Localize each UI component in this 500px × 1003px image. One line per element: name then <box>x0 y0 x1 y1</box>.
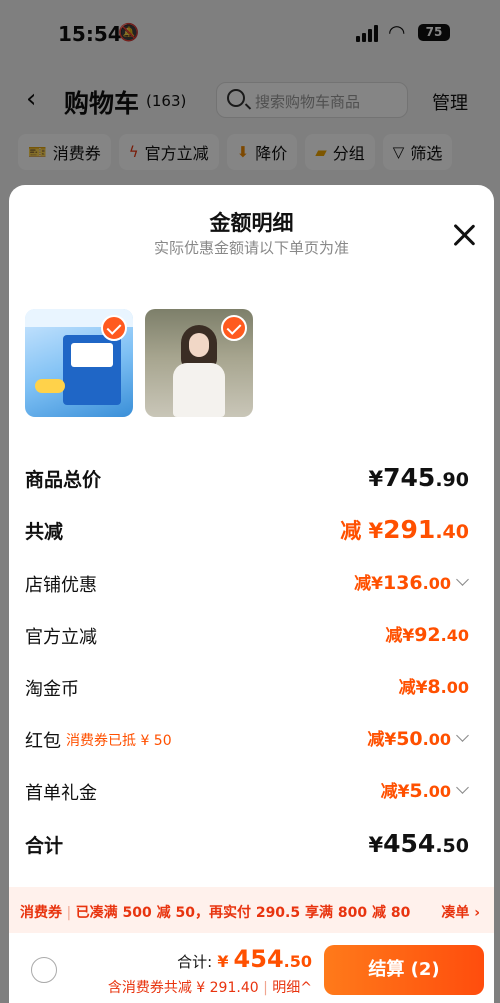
row-value: 减¥8.00 <box>398 676 469 698</box>
row-value: 减¥136.00 <box>354 572 451 594</box>
row-official-discount: 官方立减 减¥92.40 <box>25 621 469 651</box>
row-label: 商品总价 <box>25 469 102 491</box>
footer-total: 合计: ¥ 454.50 <box>177 945 312 973</box>
item-thumbnail-calcium[interactable] <box>25 309 133 417</box>
row-label: 店铺优惠 <box>25 575 97 596</box>
row-red-packet[interactable]: 红包 消费券已抵 ¥ 50 减¥50.00 <box>25 725 469 755</box>
row-total-reduction: 共减 减 ¥291.40 <box>25 515 469 545</box>
coupon-progress-text: 消费券 | 已凑满 500 减 50，再实付 290.5 享满 800 减 80 <box>20 905 411 921</box>
row-value: 减¥5.00 <box>380 780 451 802</box>
row-value: 减 ¥291.40 <box>340 515 469 544</box>
row-label: 共减 <box>25 521 64 543</box>
saved-text: 含消费券共减 ¥ 291.40 <box>107 980 259 996</box>
checkmark-icon <box>221 315 247 341</box>
row-label: 淘金币 <box>25 679 79 700</box>
footer-saved: 含消费券共减 ¥ 291.40 | 明细^ <box>107 980 312 996</box>
row-label: 合计 <box>25 835 64 857</box>
select-all-radio[interactable] <box>31 957 57 983</box>
add-items-link[interactable]: 凑单 › <box>441 902 480 922</box>
close-icon[interactable] <box>452 223 476 247</box>
row-label: 官方立减 <box>25 627 97 648</box>
row-taojin-coin: 淘金币 减¥8.00 <box>25 673 469 703</box>
sheet-title: 金额明细 <box>209 211 294 235</box>
chevron-down-icon[interactable] <box>456 573 469 586</box>
coupon-progress-strip: 消费券 | 已凑满 500 减 50，再实付 290.5 享满 800 减 80… <box>9 887 494 933</box>
checkout-footer: 合计: ¥ 454.50 含消费券共减 ¥ 291.40 | 明细^ 结算 (2… <box>9 933 494 1003</box>
checkout-button[interactable]: 结算 (2) <box>324 945 484 995</box>
chevron-down-icon[interactable] <box>456 781 469 794</box>
amount-detail-sheet: 金额明细 实际优惠金额请以下单页为准 商品总价 ¥745.90 共减 减 ¥29… <box>9 185 494 1003</box>
checkmark-icon <box>101 315 127 341</box>
row-value: ¥454.50 <box>368 829 469 858</box>
chevron-down-icon[interactable] <box>456 729 469 742</box>
row-label: 红包 <box>25 731 61 752</box>
red-packet-note: 消费券已抵 ¥ 50 <box>66 733 172 749</box>
item-thumbnail-dress[interactable] <box>145 309 253 417</box>
row-label: 首单礼金 <box>25 783 97 804</box>
row-value: 减¥50.00 <box>367 728 451 750</box>
row-value: ¥745.90 <box>368 463 469 492</box>
selected-items <box>25 309 253 417</box>
row-store-discount[interactable]: 店铺优惠 减¥136.00 <box>25 569 469 599</box>
detail-toggle[interactable]: 明细^ <box>272 980 312 996</box>
sheet-subtitle: 实际优惠金额请以下单页为准 <box>153 239 349 257</box>
row-sum: 合计 ¥454.50 <box>25 829 469 859</box>
row-value: 减¥92.40 <box>385 624 469 646</box>
row-goods-total: 商品总价 ¥745.90 <box>25 463 469 493</box>
row-first-order-gift[interactable]: 首单礼金 减¥5.00 <box>25 777 469 807</box>
